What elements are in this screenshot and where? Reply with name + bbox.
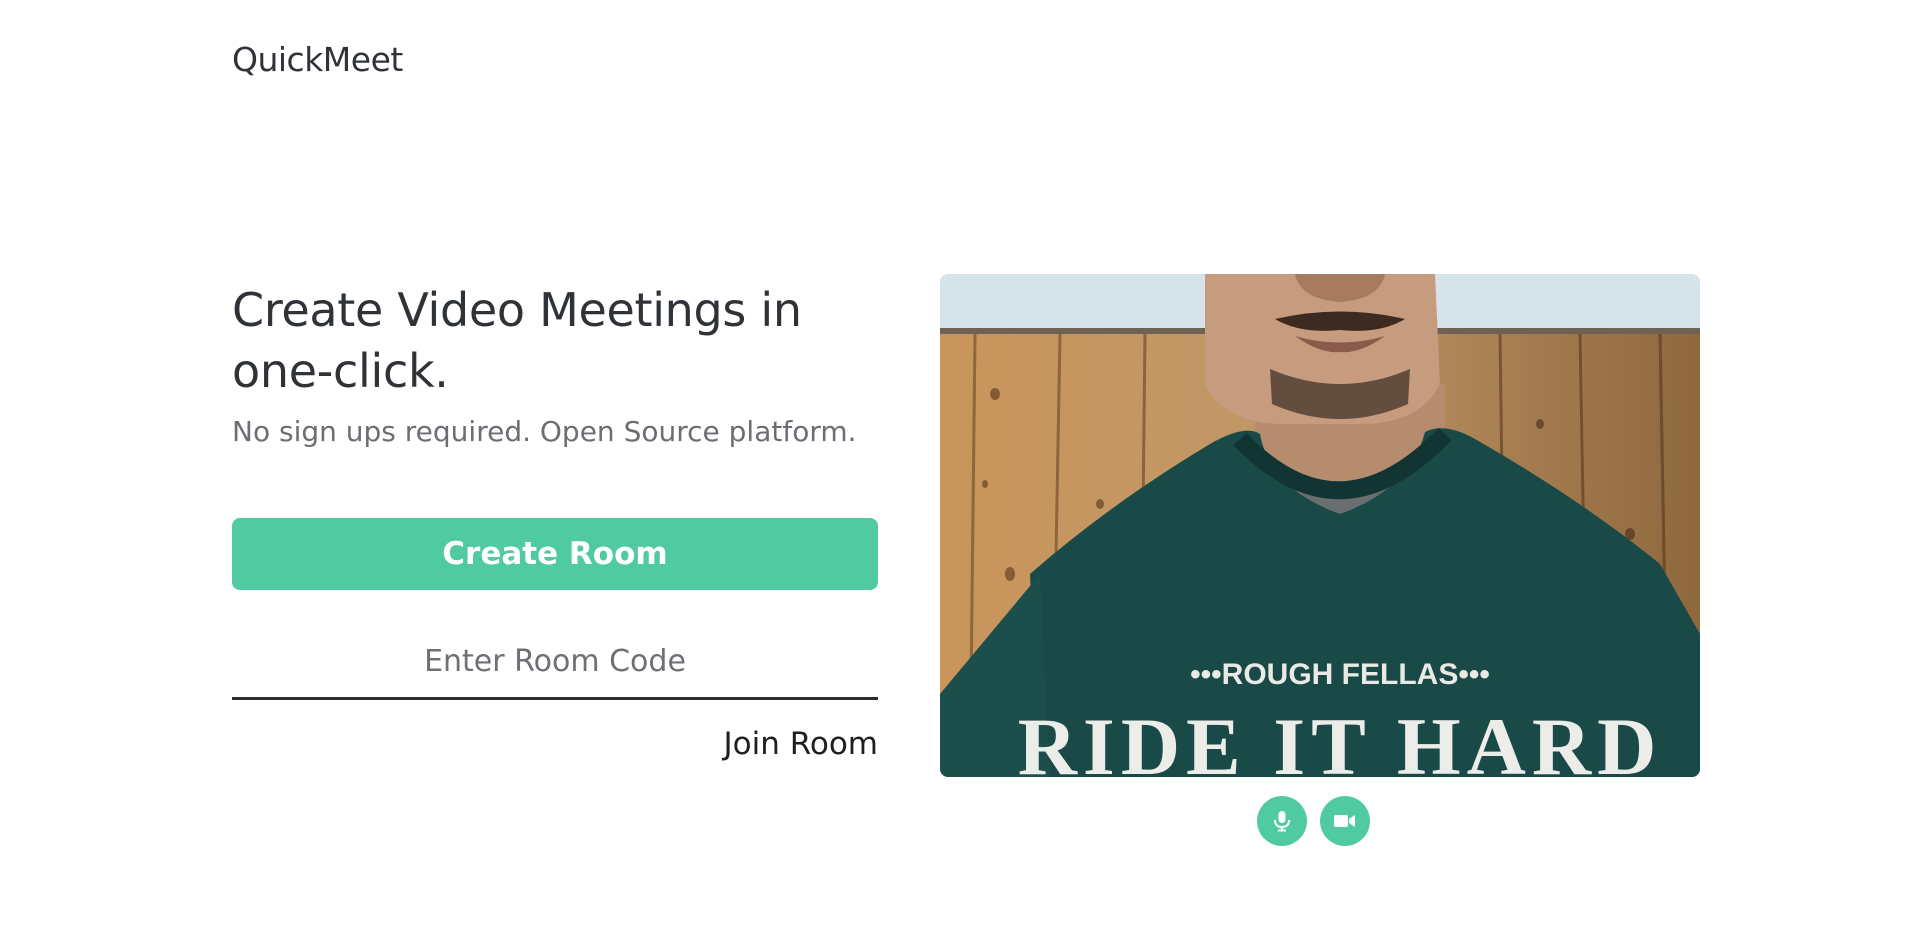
camera-preview: •••ROUGH FELLAS••• RIDE IT HARD xyxy=(940,274,1700,777)
camera-feed: •••ROUGH FELLAS••• RIDE IT HARD xyxy=(940,274,1700,777)
join-row: Join Room xyxy=(232,726,878,762)
hero-panel: Create Video Meetings in one-click. No s… xyxy=(232,280,878,762)
headline: Create Video Meetings in one-click. xyxy=(232,283,802,398)
join-room-link[interactable]: Join Room xyxy=(723,726,878,762)
media-controls xyxy=(1257,796,1370,846)
camera-toggle-button[interactable] xyxy=(1320,796,1370,846)
mic-toggle-button[interactable] xyxy=(1257,796,1307,846)
shirt-print-top: •••ROUGH FELLAS••• xyxy=(1190,658,1490,691)
brand-logo[interactable]: QuickMeet xyxy=(232,40,403,79)
shirt-print-bottom: RIDE IT HARD xyxy=(1018,701,1663,777)
video-camera-icon xyxy=(1334,815,1355,827)
microphone-icon xyxy=(1274,811,1290,832)
create-room-button[interactable]: Create Room xyxy=(232,518,878,590)
room-code-input[interactable] xyxy=(232,626,878,700)
subheadline: No sign ups required. Open Source platfo… xyxy=(232,415,857,448)
